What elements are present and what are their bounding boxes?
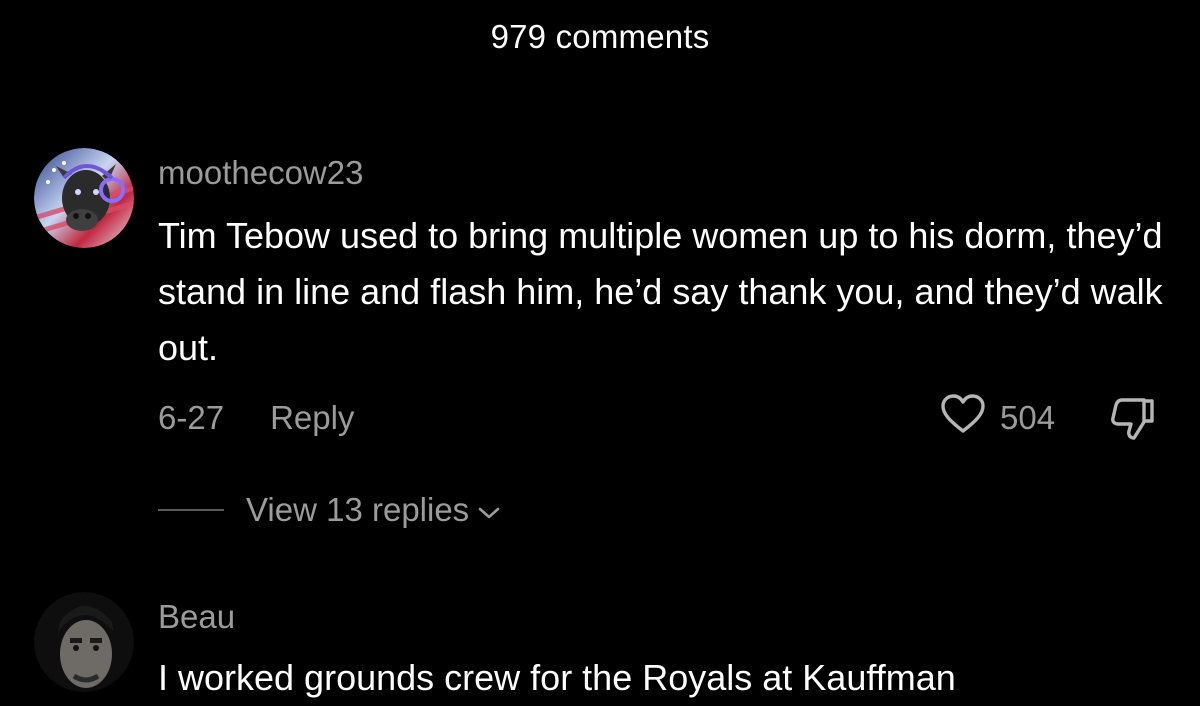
view-replies-button[interactable]: View 13 replies — [158, 488, 501, 532]
comment-username[interactable]: moothecow23 — [158, 154, 363, 192]
comments-count-title: 979 comments — [490, 18, 710, 55]
comment-date: 6-27 — [158, 399, 225, 436]
heart-icon[interactable] — [940, 393, 986, 443]
thumbs-down-icon[interactable] — [1106, 394, 1158, 442]
replies-divider — [158, 509, 224, 511]
chevron-down-icon[interactable] — [477, 491, 501, 529]
avatar[interactable] — [34, 148, 134, 248]
view-replies-label[interactable]: View 13 replies — [246, 491, 469, 529]
comment-text: I worked grounds crew for the Royals at … — [158, 657, 956, 698]
reply-button[interactable]: Reply — [270, 399, 354, 437]
like-button[interactable]: 504 — [940, 394, 1055, 442]
avatar[interactable] — [34, 592, 134, 692]
comment-meta: 6-27 Reply — [158, 396, 354, 440]
comment-text: Tim Tebow used to bring multiple women u… — [158, 215, 1163, 368]
comment-username[interactable]: Beau — [158, 598, 235, 636]
like-count: 504 — [1000, 399, 1056, 436]
